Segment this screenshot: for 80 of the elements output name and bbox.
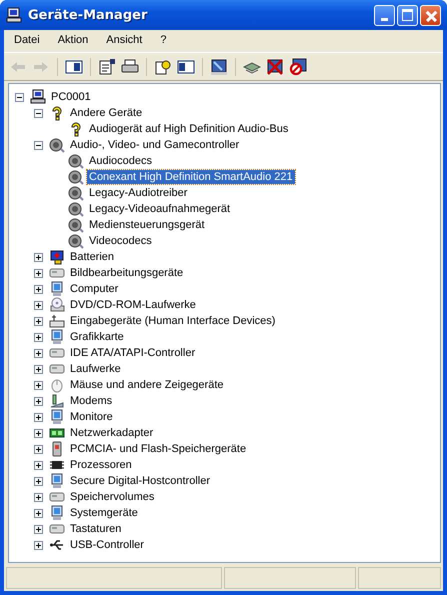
tree-item[interactable]: Monitore — [68, 410, 115, 424]
expand-toggle[interactable] — [34, 476, 43, 486]
speaker-icon — [68, 185, 84, 201]
mouse-icon — [49, 377, 65, 393]
expand-toggle[interactable] — [34, 348, 43, 358]
battery-icon — [49, 249, 65, 265]
expand-toggle[interactable] — [34, 380, 43, 390]
window-title: Geräte-Manager — [28, 8, 148, 22]
maximize-button[interactable] — [397, 4, 418, 26]
tree-item[interactable]: Legacy-Audiotreiber — [87, 186, 190, 200]
tree-item[interactable]: Batterien — [68, 250, 116, 264]
tree-item[interactable]: Netzwerkadapter — [68, 426, 156, 440]
computer-icon — [6, 7, 22, 23]
monitor-icon — [49, 409, 65, 425]
expand-toggle[interactable] — [34, 428, 43, 438]
tree-item[interactable]: Tastaturen — [68, 522, 124, 536]
disc-icon — [49, 297, 65, 313]
speaker-icon — [68, 233, 84, 249]
expand-toggle[interactable] — [34, 108, 43, 118]
tree-item[interactable]: Mäuse und andere Zeigegeräte — [68, 378, 226, 392]
tree-item[interactable]: Videocodecs — [87, 234, 154, 248]
expand-toggle[interactable] — [34, 252, 43, 262]
menu-item[interactable]: Ansicht — [106, 34, 142, 48]
uninstall-icon[interactable] — [265, 56, 285, 76]
tree-item[interactable]: Speichervolumes — [68, 490, 156, 504]
scan-icon[interactable] — [209, 56, 229, 76]
tree-item[interactable]: Laufwerke — [68, 362, 123, 376]
tree-item[interactable]: Prozessoren — [68, 458, 134, 472]
minimize-button[interactable] — [374, 4, 395, 26]
expand-toggle[interactable] — [34, 444, 43, 454]
tree-item[interactable]: Modems — [68, 394, 114, 408]
tree-item[interactable]: PCMCIA- und Flash-Speichergeräte — [68, 442, 248, 456]
tree-item[interactable]: Audiogerät auf High Definition Audio-Bus — [87, 122, 290, 136]
expand-toggle[interactable] — [34, 284, 43, 294]
monitor-icon — [49, 281, 65, 297]
expand-toggle[interactable] — [34, 300, 43, 310]
tree-item[interactable]: Mediensteuerungsgerät — [87, 218, 207, 232]
expand-toggle[interactable] — [34, 268, 43, 278]
expand-toggle[interactable] — [34, 396, 43, 406]
properties-icon[interactable] — [97, 56, 117, 76]
tree-item[interactable]: Grafikkarte — [68, 330, 126, 344]
tree-item[interactable]: Audiocodecs — [87, 154, 154, 168]
speaker-icon — [68, 169, 84, 185]
expand-toggle[interactable] — [34, 140, 43, 150]
expand-toggle[interactable] — [34, 412, 43, 422]
expand-toggle[interactable] — [34, 316, 43, 326]
expand-toggle[interactable] — [34, 540, 43, 550]
tree-item[interactable]: Eingabegeräte (Human Interface Devices) — [68, 314, 278, 328]
close-button[interactable] — [420, 4, 441, 26]
speaker-icon — [68, 217, 84, 233]
menu-item[interactable]: Datei — [14, 34, 40, 48]
expand-toggle[interactable] — [34, 364, 43, 374]
expand-toggle[interactable] — [34, 332, 43, 342]
computer-icon — [30, 89, 46, 105]
tree-item[interactable]: Systemgeräte — [68, 506, 140, 520]
tree-item[interactable]: Computer — [68, 282, 120, 296]
speaker-icon — [49, 137, 65, 153]
menu-item[interactable]: ? — [160, 34, 166, 48]
expand-toggle[interactable] — [34, 508, 43, 518]
disable-icon[interactable] — [288, 56, 308, 76]
tree-item[interactable]: Audio-, Video- und Gamecontroller — [68, 138, 242, 152]
speaker-icon — [68, 153, 84, 169]
monitor-icon — [49, 329, 65, 345]
tree-item[interactable]: Bildbearbeitungsgeräte — [68, 266, 186, 280]
expand-toggle[interactable] — [34, 492, 43, 502]
tree-item[interactable]: Andere Geräte — [68, 106, 144, 120]
expand-toggle[interactable] — [34, 460, 43, 470]
tree-item[interactable]: DVD/CD-ROM-Laufwerke — [68, 298, 198, 312]
menu-item[interactable]: Aktion — [58, 34, 88, 48]
tree-item[interactable]: USB-Controller — [68, 538, 146, 552]
tree-item[interactable]: IDE ATA/ATAPI-Controller — [68, 346, 198, 360]
expand-toggle[interactable] — [15, 92, 24, 102]
expand-toggle[interactable] — [34, 524, 43, 534]
speaker-icon — [68, 201, 84, 217]
monitor-icon — [49, 473, 65, 489]
tree-item[interactable]: Conexant High Definition SmartAudio 221 — [87, 170, 295, 184]
tree-item[interactable]: PC0001 — [49, 90, 93, 104]
monitor-icon — [49, 505, 65, 521]
tree-item[interactable]: Legacy-Videoaufnahmegerät — [87, 202, 232, 216]
tree-item[interactable]: Secure Digital-Hostcontroller — [68, 474, 212, 488]
